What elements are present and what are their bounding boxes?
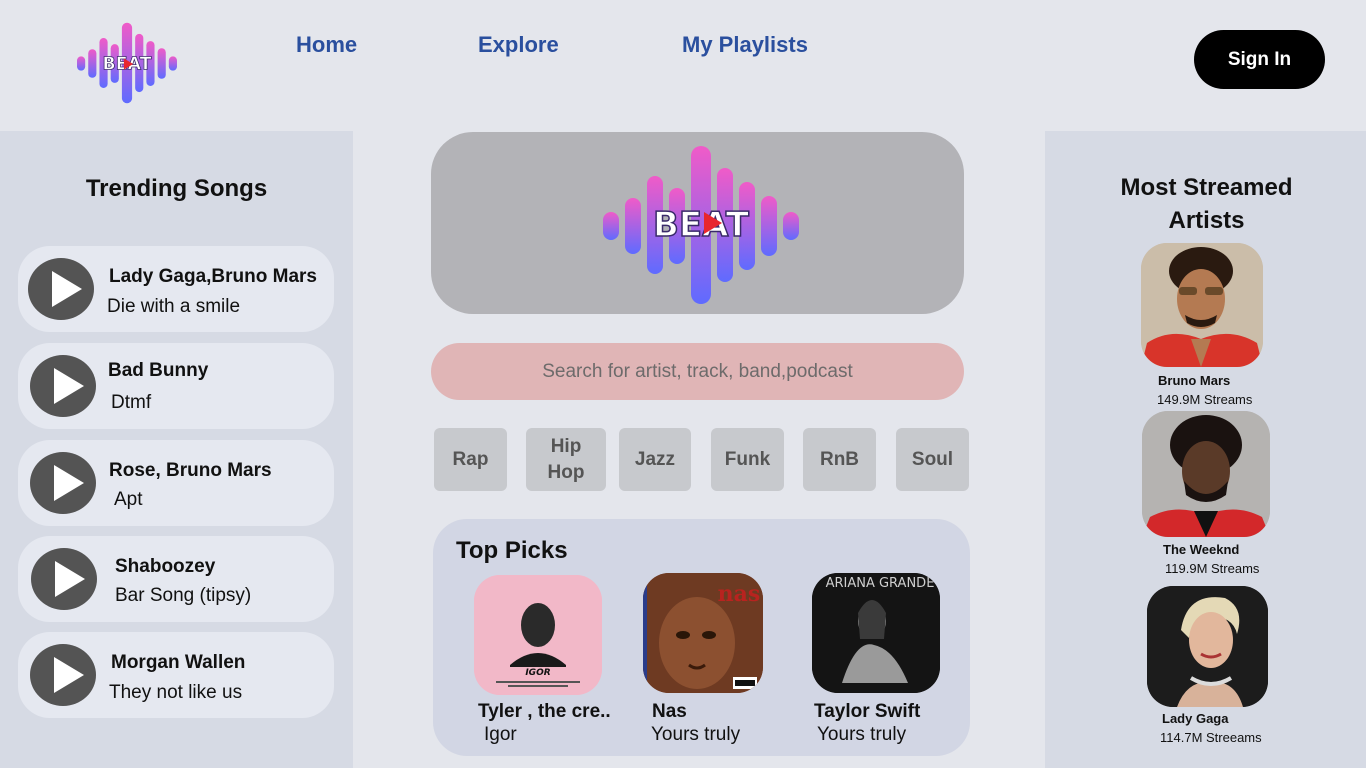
genre-rnb[interactable]: RnB (803, 428, 876, 491)
play-icon[interactable] (31, 548, 97, 610)
genre-rap[interactable]: Rap (434, 428, 507, 491)
nas-cover-art: nas (643, 573, 763, 693)
artist-streams: 149.9M Streams (1157, 392, 1253, 407)
ariana-cover-text: ARIANA GRANDE (826, 576, 935, 591)
song-artist: Bad Bunny (108, 360, 209, 381)
artist-streams: 119.9M Streams (1165, 561, 1260, 576)
igor-cover-text: IGOR (525, 668, 550, 678)
song-title: Apt (114, 489, 143, 510)
song-artist: Shaboozey (115, 556, 216, 577)
song-card[interactable]: Rose, Bruno Mars Apt (18, 440, 334, 526)
beat-logo[interactable]: BEAT (76, 20, 178, 106)
genre-jazz[interactable]: Jazz (619, 428, 691, 491)
song-title: Bar Song (tipsy) (115, 585, 252, 606)
pick-artist: Taylor Swift (814, 701, 921, 722)
top-picks-title: Top Picks (456, 537, 568, 564)
play-icon[interactable] (30, 644, 96, 706)
genre-soul[interactable]: Soul (896, 428, 969, 491)
song-title: Die with a smile (107, 296, 241, 317)
genre-funk[interactable]: Funk (711, 428, 784, 491)
lady-gaga-photo (1147, 586, 1268, 707)
most-streamed-title-line2: Artists (1168, 207, 1245, 234)
play-icon[interactable] (28, 258, 94, 320)
artist-name: The Weeknd (1163, 542, 1240, 557)
trending-songs-panel: Trending Songs Lady Gaga,Bruno Mars Die … (0, 131, 353, 768)
nas-cover-text: nas (718, 581, 761, 607)
pick-title: Yours truly (817, 724, 907, 745)
song-card[interactable]: Lady Gaga,Bruno Mars Die with a smile (18, 246, 334, 332)
pick-artist: Tyler , the cre.. (478, 701, 611, 722)
artist-photo-the-weeknd[interactable] (1142, 411, 1270, 537)
sign-in-button[interactable]: Sign In (1194, 30, 1325, 89)
trending-songs-title: Trending Songs (85, 175, 268, 202)
play-icon[interactable] (30, 355, 96, 417)
nav-explore[interactable]: Explore (478, 32, 559, 58)
song-card[interactable]: Morgan Wallen They not like us (18, 632, 334, 718)
search-input[interactable] (431, 343, 964, 400)
artist-photo-lady-gaga[interactable] (1147, 586, 1268, 707)
song-artist: Rose, Bruno Mars (109, 460, 272, 481)
artist-photo-bruno-mars[interactable] (1141, 243, 1263, 367)
song-card[interactable]: Shaboozey Bar Song (tipsy) (18, 536, 334, 622)
song-artist: Morgan Wallen (111, 652, 246, 673)
pick-title: Yours truly (651, 724, 741, 745)
play-icon[interactable] (30, 452, 96, 514)
bruno-mars-photo (1141, 243, 1263, 367)
album-cover-igor[interactable]: IGOR (474, 575, 602, 695)
artist-streams: 114.7M Streeams (1160, 730, 1262, 745)
top-picks-section: Top Picks IGOR Tyler , the cre.. Igor na… (433, 519, 970, 756)
igor-cover-art: IGOR (474, 575, 602, 695)
nav-home[interactable]: Home (296, 32, 357, 58)
song-artist: Lady Gaga,Bruno Mars (109, 266, 317, 287)
hero-logo-text: BEAT (653, 205, 750, 245)
album-cover-ariana[interactable]: ARIANA GRANDE (812, 573, 940, 693)
album-cover-nas[interactable]: nas (643, 573, 763, 693)
the-weeknd-photo (1142, 411, 1270, 537)
song-title: Dtmf (111, 392, 152, 413)
artist-name: Lady Gaga (1162, 711, 1229, 726)
song-title: They not like us (109, 682, 243, 703)
pick-title: Igor (484, 724, 517, 745)
most-streamed-title-line1: Most Streamed (1120, 174, 1293, 201)
song-card[interactable]: Bad Bunny Dtmf (18, 343, 334, 429)
beat-hero-logo: BEAT (603, 146, 799, 304)
most-streamed-panel: Most Streamed Artists Bruno Mars 149.9M … (1045, 131, 1366, 768)
artist-name: Bruno Mars (1158, 373, 1231, 388)
genre-hip-hop[interactable]: Hip Hop (526, 428, 606, 491)
ariana-cover-art: ARIANA GRANDE (812, 573, 940, 693)
pick-artist: Nas (652, 701, 687, 722)
nav-my-playlists[interactable]: My Playlists (682, 32, 808, 58)
hero-banner: BEAT (431, 132, 964, 314)
